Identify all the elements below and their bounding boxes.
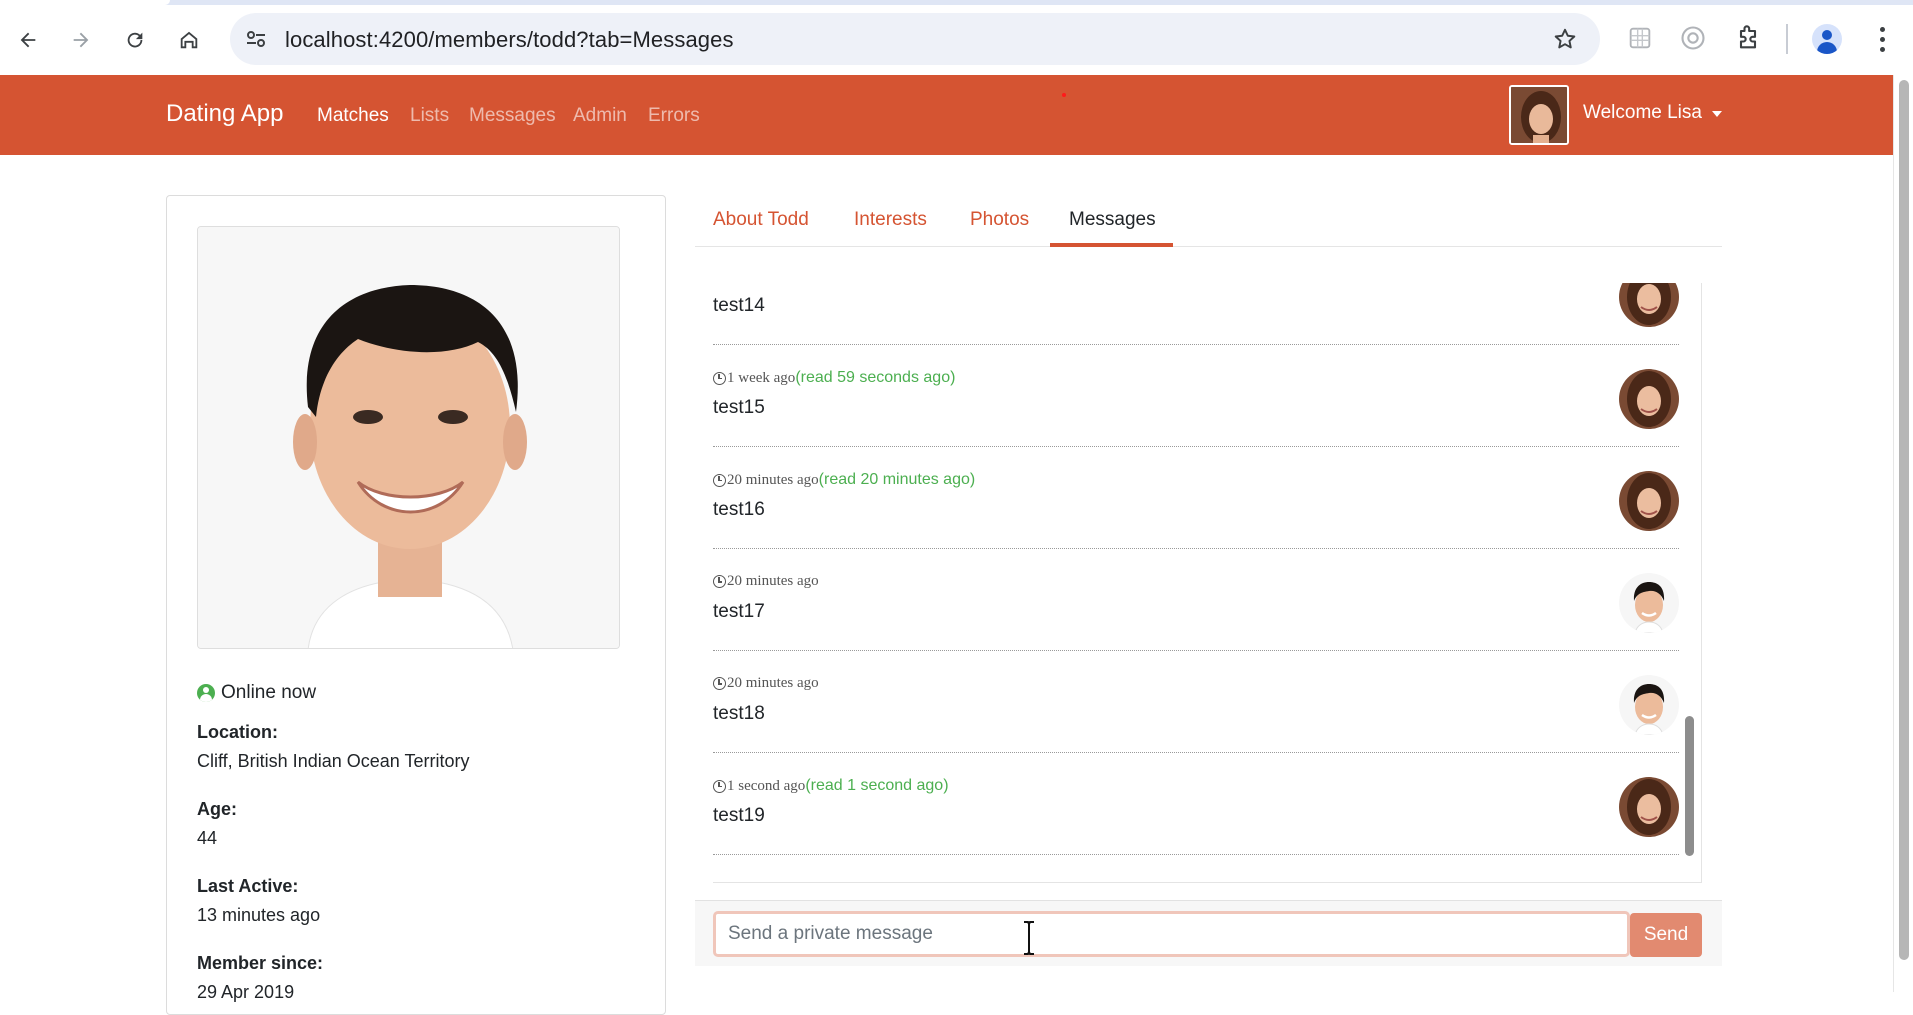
nav-lists[interactable]: Lists <box>410 105 449 127</box>
profile-avatar-icon[interactable] <box>1812 24 1842 54</box>
chevron-down-icon[interactable] <box>1712 111 1722 117</box>
brand-link[interactable]: Dating App <box>166 100 283 128</box>
back-icon[interactable] <box>10 22 46 58</box>
extension-grid-icon[interactable] <box>1626 24 1654 52</box>
message-time: 20 minutes ago <box>727 471 819 488</box>
sender-avatar <box>1619 675 1679 735</box>
message-text: test16 <box>713 499 765 520</box>
message-item: 20 minutes ago test17 <box>713 549 1679 651</box>
message-input[interactable] <box>713 911 1630 957</box>
forward-icon[interactable] <box>63 22 99 58</box>
nav-errors[interactable]: Errors <box>648 105 700 127</box>
location-value: Cliff, British Indian Ocean Territory <box>197 751 470 771</box>
member-card: Online now Location: Cliff, British Indi… <box>166 195 666 1015</box>
sender-avatar <box>1619 573 1679 633</box>
message-read-status: (read 1 second ago) <box>805 777 949 794</box>
clock-icon <box>713 473 726 487</box>
profile-tabs: About Todd Interests Photos Messages <box>695 195 1722 247</box>
tab-photos[interactable]: Photos <box>970 209 1029 231</box>
message-composer: Send <box>695 900 1722 966</box>
nav-admin[interactable]: Admin <box>573 105 627 127</box>
sender-avatar <box>1619 369 1679 429</box>
message-time: 20 minutes ago <box>727 675 819 691</box>
nav-messages[interactable]: Messages <box>469 105 556 127</box>
text-cursor-icon <box>1024 921 1034 955</box>
browser-menu-icon[interactable] <box>1872 24 1892 54</box>
sender-avatar <box>1619 777 1679 837</box>
message-meta: 20 minutes ago <box>713 573 819 590</box>
send-button[interactable]: Send <box>1630 913 1702 957</box>
message-time: 1 week ago <box>727 369 796 386</box>
tab-about[interactable]: About Todd <box>713 209 809 231</box>
online-status: Online now <box>197 682 316 704</box>
active-tab-indicator <box>1050 243 1173 247</box>
user-avatar[interactable] <box>1509 85 1569 145</box>
tab-messages[interactable]: Messages <box>1069 209 1156 231</box>
message-read-status: (read 59 seconds ago) <box>795 369 956 386</box>
sender-avatar <box>1619 283 1679 327</box>
location-label: Location: <box>197 722 278 742</box>
age-label: Age: <box>197 799 237 819</box>
message-text: test18 <box>713 703 765 724</box>
last-active-label: Last Active: <box>197 876 299 896</box>
message-item: 1 week ago (read 59 seconds ago) test15 <box>713 345 1679 447</box>
clock-icon <box>713 371 726 385</box>
toolbar-divider <box>1786 24 1788 54</box>
home-icon[interactable] <box>171 22 207 58</box>
message-text: test15 <box>713 397 765 418</box>
messages-list[interactable]: test14 1 week ago (read 59 seconds ago) tes… <box>713 283 1702 883</box>
bookmark-star-icon[interactable] <box>1552 26 1578 52</box>
member-photo <box>197 226 620 649</box>
last-active-value: 13 minutes ago <box>197 905 321 925</box>
message-meta: 1 week ago (read 59 seconds ago) <box>713 369 955 387</box>
address-bar[interactable]: localhost:4200/members/todd?tab=Messages <box>230 13 1600 65</box>
url-text[interactable]: localhost:4200/members/todd?tab=Messages <box>285 27 734 53</box>
clock-icon <box>713 677 726 690</box>
message-text: test14 <box>713 295 765 316</box>
message-meta: 20 minutes ago (read 20 minutes ago) <box>713 471 975 489</box>
extension-record-icon[interactable] <box>1679 24 1707 52</box>
welcome-dropdown[interactable]: Welcome Lisa <box>1583 102 1702 124</box>
online-status-text: Online now <box>221 682 317 703</box>
reload-icon[interactable] <box>117 22 153 58</box>
tab-interests[interactable]: Interests <box>854 209 927 231</box>
message-text: test17 <box>713 601 765 622</box>
tab-strip <box>0 0 1913 5</box>
message-text: test19 <box>713 805 765 826</box>
nav-matches[interactable]: Matches <box>317 105 389 127</box>
message-item: test14 <box>713 283 1679 345</box>
message-time: 20 minutes ago <box>727 573 819 589</box>
message-item: 20 minutes ago test18 <box>713 651 1679 753</box>
member-since-label: Member since: <box>197 953 324 973</box>
message-item: 20 minutes ago (read 20 minutes ago) test1… <box>713 447 1679 549</box>
clock-icon <box>713 575 726 588</box>
age-value: 44 <box>197 828 218 848</box>
sender-avatar <box>1619 471 1679 531</box>
app-navbar: Dating App Matches Lists Messages Admin … <box>0 75 1893 155</box>
page-scrollbar[interactable] <box>1893 75 1913 992</box>
user-circle-icon <box>197 684 215 702</box>
message-item: 1 second ago (read 1 second ago) test19 <box>713 753 1679 855</box>
member-since-value: 29 Apr 2019 <box>197 982 295 1002</box>
extensions-puzzle-icon[interactable] <box>1734 24 1762 52</box>
message-time: 1 second ago <box>727 777 806 794</box>
browser-chrome: localhost:4200/members/todd?tab=Messages <box>0 0 1913 75</box>
message-meta: 1 second ago (read 1 second ago) <box>713 777 949 795</box>
messages-scrollbar-thumb[interactable] <box>1685 716 1694 856</box>
clock-icon <box>713 779 726 793</box>
message-read-status: (read 20 minutes ago) <box>818 471 976 488</box>
stray-dot <box>1062 93 1066 97</box>
message-meta: 20 minutes ago <box>713 675 819 692</box>
site-settings-icon[interactable] <box>244 27 268 51</box>
